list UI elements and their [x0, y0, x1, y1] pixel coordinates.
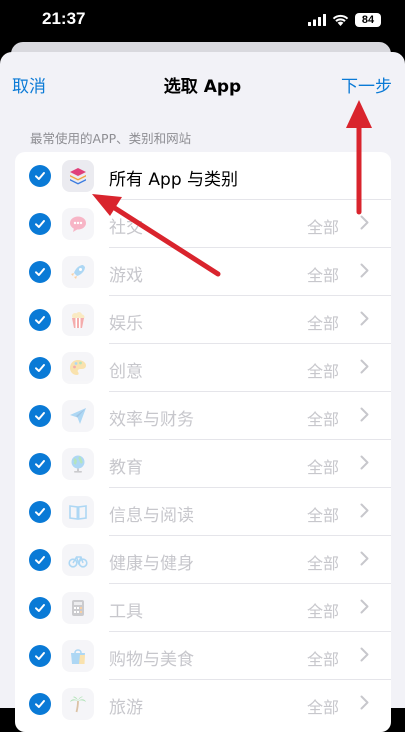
cellular-signal-icon — [308, 14, 326, 26]
chevron-right-icon[interactable] — [360, 551, 369, 570]
category-row[interactable]: 工具 全部 — [15, 584, 391, 632]
status-time: 21:37 — [42, 9, 86, 28]
checkmark-icon[interactable] — [29, 645, 51, 667]
category-row[interactable]: 信息与阅读 全部 — [15, 488, 391, 536]
chevron-right-icon[interactable] — [360, 695, 369, 714]
row-label: 所有 App 与类别 — [109, 170, 239, 190]
row-label: 游戏 — [109, 266, 143, 286]
rocket-icon — [62, 256, 94, 288]
category-row[interactable]: 购物与美食 全部 — [15, 632, 391, 680]
status-icons: 84 — [308, 10, 381, 30]
row-label: 工具 — [109, 602, 143, 622]
checkmark-icon[interactable] — [29, 165, 51, 187]
row-value: 全部 — [306, 554, 339, 573]
row-label: 娱乐 — [109, 314, 143, 334]
chevron-right-icon[interactable] — [360, 263, 369, 282]
checkmark-icon[interactable] — [29, 549, 51, 571]
row-value: 全部 — [306, 266, 339, 285]
row-value: 全部 — [306, 506, 339, 525]
row-label: 健康与健身 — [109, 554, 194, 574]
checkmark-icon[interactable] — [29, 405, 51, 427]
category-list: 所有 App 与类别 社交 全部 游戏 全部 娱乐 全部 创意 全部 效率与财务 全部 教育 全部 信息与… — [15, 152, 391, 732]
section-header: 最常使用的APP、类别和网站 — [30, 131, 192, 146]
row-value: 全部 — [306, 698, 339, 717]
checkmark-icon[interactable] — [29, 213, 51, 235]
stack-icon — [62, 160, 94, 192]
chevron-right-icon[interactable] — [360, 215, 369, 234]
row-value: 全部 — [306, 602, 339, 621]
popcorn-icon — [62, 304, 94, 336]
row-value: 全部 — [306, 458, 339, 477]
row-label: 信息与阅读 — [109, 506, 194, 526]
chevron-right-icon[interactable] — [360, 599, 369, 618]
row-value: 全部 — [306, 410, 339, 429]
battery-icon: 84 — [355, 13, 381, 27]
next-step-button[interactable]: 下一步 — [341, 72, 392, 97]
status-bar: 21:37 84 — [0, 0, 405, 40]
paper-plane-icon — [62, 400, 94, 432]
checkmark-icon[interactable] — [29, 357, 51, 379]
category-row[interactable]: 效率与财务 全部 — [15, 392, 391, 440]
bicycle-icon — [62, 544, 94, 576]
category-row[interactable]: 教育 全部 — [15, 440, 391, 488]
row-label: 购物与美食 — [109, 650, 194, 670]
shopping-bag-icon — [62, 640, 94, 672]
checkmark-icon[interactable] — [29, 597, 51, 619]
chevron-right-icon[interactable] — [360, 503, 369, 522]
checkmark-icon[interactable] — [29, 309, 51, 331]
category-row[interactable]: 旅游 全部 — [15, 680, 391, 728]
chat-bubble-icon — [62, 208, 94, 240]
chevron-right-icon[interactable] — [360, 359, 369, 378]
row-label: 旅游 — [109, 698, 143, 718]
row-label: 教育 — [109, 458, 143, 478]
wifi-icon — [332, 14, 349, 26]
row-all-apps[interactable]: 所有 App 与类别 — [15, 152, 391, 200]
row-label: 社交 — [109, 218, 143, 238]
checkmark-icon[interactable] — [29, 261, 51, 283]
checkmark-icon[interactable] — [29, 693, 51, 715]
row-value: 全部 — [306, 314, 339, 333]
palette-icon — [62, 352, 94, 384]
globe-icon — [62, 448, 94, 480]
checkmark-icon[interactable] — [29, 453, 51, 475]
chevron-right-icon[interactable] — [360, 455, 369, 474]
category-row[interactable]: 娱乐 全部 — [15, 296, 391, 344]
category-row[interactable]: 创意 全部 — [15, 344, 391, 392]
category-row[interactable]: 社交 全部 — [15, 200, 391, 248]
chevron-right-icon[interactable] — [360, 311, 369, 330]
palm-tree-icon — [62, 688, 94, 720]
chevron-right-icon[interactable] — [360, 407, 369, 426]
row-value: 全部 — [306, 362, 339, 381]
row-label: 效率与财务 — [109, 410, 194, 430]
checkmark-icon[interactable] — [29, 501, 51, 523]
category-row[interactable]: 游戏 全部 — [15, 248, 391, 296]
row-label: 创意 — [109, 362, 143, 382]
book-icon — [62, 496, 94, 528]
category-row[interactable]: 健康与健身 全部 — [15, 536, 391, 584]
calculator-icon — [62, 592, 94, 624]
row-value: 全部 — [306, 218, 339, 237]
chevron-right-icon[interactable] — [360, 647, 369, 666]
app-picker-sheet: 取消 选取 App 下一步 最常使用的APP、类别和网站 所有 App 与类别社… — [0, 52, 405, 732]
row-value: 全部 — [306, 650, 339, 669]
